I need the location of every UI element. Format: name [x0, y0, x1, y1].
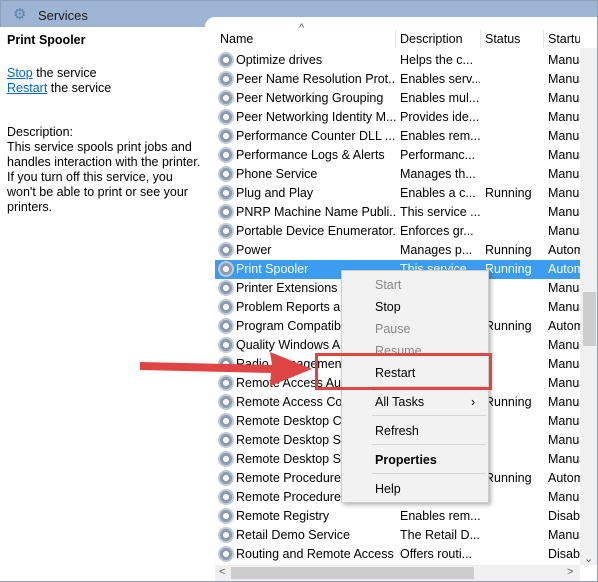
restart-highlight-box: [315, 353, 492, 390]
arrow-shape: [140, 352, 312, 386]
annotation-arrow: [140, 352, 312, 386]
